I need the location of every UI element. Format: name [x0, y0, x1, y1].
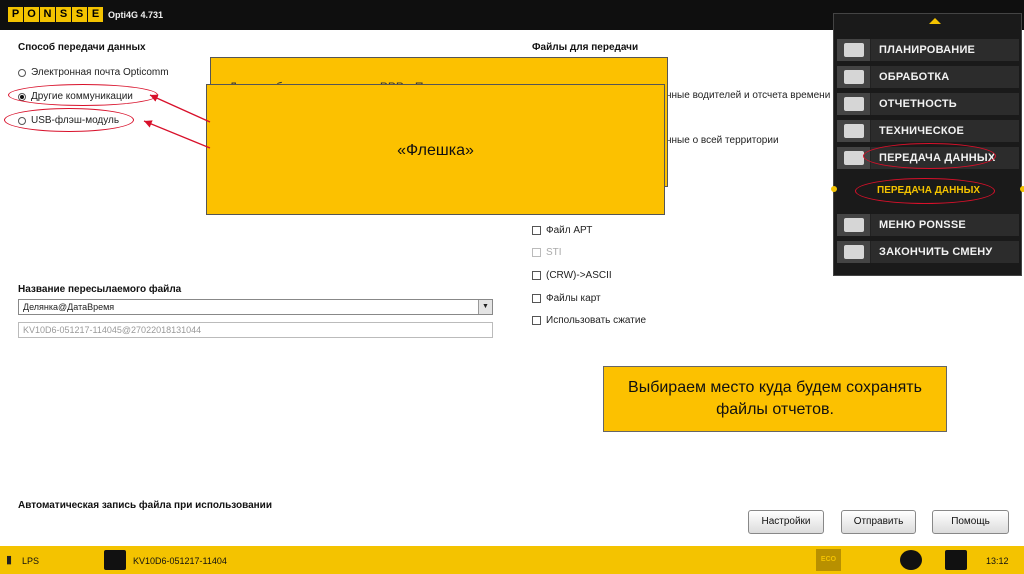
clock: 13:12: [986, 556, 1009, 566]
status-bar: ▮ LPS KV10D6-051217-11404 ECO 13:12: [0, 546, 1024, 574]
eco-indicator[interactable]: ECO: [816, 549, 841, 571]
arrow-to-other-comm: [149, 94, 211, 123]
arrow-to-usb: [143, 120, 211, 149]
annotation-arrows: [143, 94, 211, 149]
stand-name: KV10D6-051217-11404: [133, 556, 227, 566]
gauge-icon[interactable]: [900, 550, 922, 570]
keyboard-icon[interactable]: [945, 550, 967, 570]
lps-label: LPS: [22, 556, 40, 566]
trees-icon[interactable]: [104, 550, 126, 570]
person-icon: ▮: [6, 554, 13, 566]
